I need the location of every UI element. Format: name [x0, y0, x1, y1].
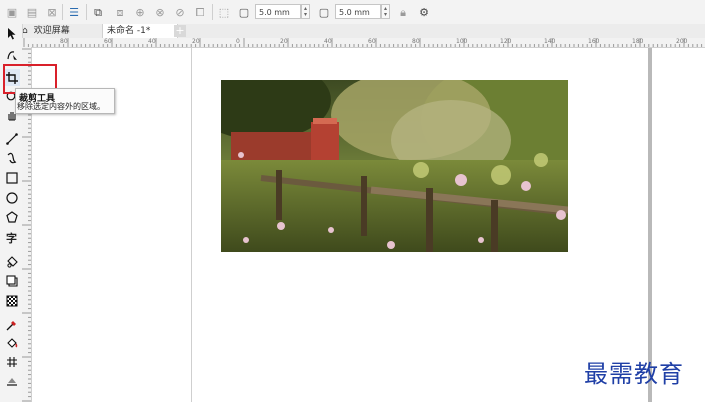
- tooltip-description: 移除选定内容外的区域。: [17, 102, 105, 111]
- width-field[interactable]: 5.0 mm: [255, 4, 301, 19]
- ruler-tick-label: 140: [544, 38, 556, 45]
- ruler-tick-label: 60: [368, 38, 376, 45]
- tab-document-label: 未命名 -1*: [107, 26, 151, 36]
- ruler-tick-label: 0: [236, 38, 240, 45]
- toolbar-separator: [62, 4, 63, 20]
- height-stepper[interactable]: ▴ ▾: [381, 4, 390, 19]
- shadow-tool-icon[interactable]: [3, 272, 20, 289]
- ruler-tick-label: 120: [500, 38, 512, 45]
- ruler-tick-label: 160: [588, 38, 600, 45]
- ruler-tick-label: 20: [192, 38, 200, 45]
- horizontal-ruler[interactable]: 80604020020406080100120140160180200220: [22, 38, 705, 48]
- text-tool-icon[interactable]: 字: [3, 229, 20, 246]
- ruler-tick-label: 80: [60, 38, 68, 45]
- garden-photo[interactable]: [221, 80, 568, 252]
- property-bar: ▣ ▤ ⊠ ☰ ⧉ ⧈ ⊕ ⊗ ⊘ ⧠ ⬚ ▢ 5.0 mm ▴ ▾ ▢ 5.0 …: [0, 0, 705, 25]
- trim-icon[interactable]: ⊕: [132, 4, 148, 20]
- lock-icon[interactable]: 🔒︎: [395, 4, 411, 20]
- corner-height-icon: ▢: [318, 5, 330, 19]
- tab-welcome-label: 欢迎屏幕: [33, 26, 70, 36]
- pick-tool-icon[interactable]: [3, 25, 20, 42]
- ruler-tick-label: 100: [456, 38, 468, 45]
- toolbar-separator: [86, 4, 87, 20]
- ruler-tick-label: 60: [104, 38, 112, 45]
- ruler-tick-label: 40: [148, 38, 156, 45]
- document-tab-bar: ⌂ 欢迎屏幕 未命名 -1* +: [18, 24, 705, 39]
- align-icon[interactable]: ▤: [24, 4, 40, 20]
- tab-document[interactable]: 未命名 -1*: [102, 24, 178, 38]
- mesh-tool-icon[interactable]: [3, 353, 20, 370]
- boundary-icon[interactable]: ⬚: [216, 4, 232, 20]
- layers-icon[interactable]: ☰: [66, 4, 82, 20]
- fill-tool-icon[interactable]: [3, 334, 20, 351]
- polygon-tool-icon[interactable]: [3, 208, 20, 225]
- weld-icon[interactable]: ⧈: [112, 4, 128, 20]
- line-tool-icon[interactable]: [3, 130, 20, 147]
- ruler-ticks: [23, 38, 703, 47]
- height-field[interactable]: 5.0 mm: [335, 4, 381, 19]
- settings-icon[interactable]: ⚙: [416, 4, 432, 20]
- curve-tool-icon[interactable]: [3, 149, 20, 166]
- transform-icon[interactable]: ⧉: [90, 4, 106, 20]
- intersect-icon[interactable]: ⊗: [152, 4, 168, 20]
- width-stepper[interactable]: ▴ ▾: [301, 4, 310, 19]
- simplify-icon[interactable]: ⊘: [172, 4, 188, 20]
- corner-width-icon: ▢: [238, 5, 250, 19]
- tab-welcome-screen[interactable]: ⌂ 欢迎屏幕: [22, 24, 100, 38]
- new-tab-button[interactable]: +: [174, 25, 186, 37]
- ruler-tick-label: 200: [676, 38, 688, 45]
- parallel-tool-icon[interactable]: [3, 253, 20, 270]
- page-border-left: [191, 48, 192, 402]
- watermark-text: 最需教育: [584, 360, 684, 388]
- garden-photo-image: [221, 80, 568, 252]
- rectangle-tool-icon[interactable]: [3, 169, 20, 186]
- select-all-icon[interactable]: ▣: [4, 4, 20, 20]
- crop-tool-tooltip: 裁剪工具 移除选定内容外的区域。: [15, 88, 115, 114]
- eyedropper-tool-icon[interactable]: [3, 316, 20, 333]
- toolbar-separator: [212, 4, 213, 20]
- ruler-tick-label: 180: [632, 38, 644, 45]
- shape-tool-icon[interactable]: [3, 46, 20, 63]
- ruler-tick-label: 80: [412, 38, 420, 45]
- ellipse-tool-icon[interactable]: [3, 189, 20, 206]
- pattern-tool-icon[interactable]: [3, 292, 20, 309]
- page-border-right: [648, 48, 652, 402]
- image-icon[interactable]: ⊠: [44, 4, 60, 20]
- ruler-tick-label: 40: [324, 38, 332, 45]
- front-minus-back-icon[interactable]: ⧠: [192, 4, 208, 20]
- ruler-tick-label: 20: [280, 38, 288, 45]
- eraser-tool-icon[interactable]: [3, 372, 20, 389]
